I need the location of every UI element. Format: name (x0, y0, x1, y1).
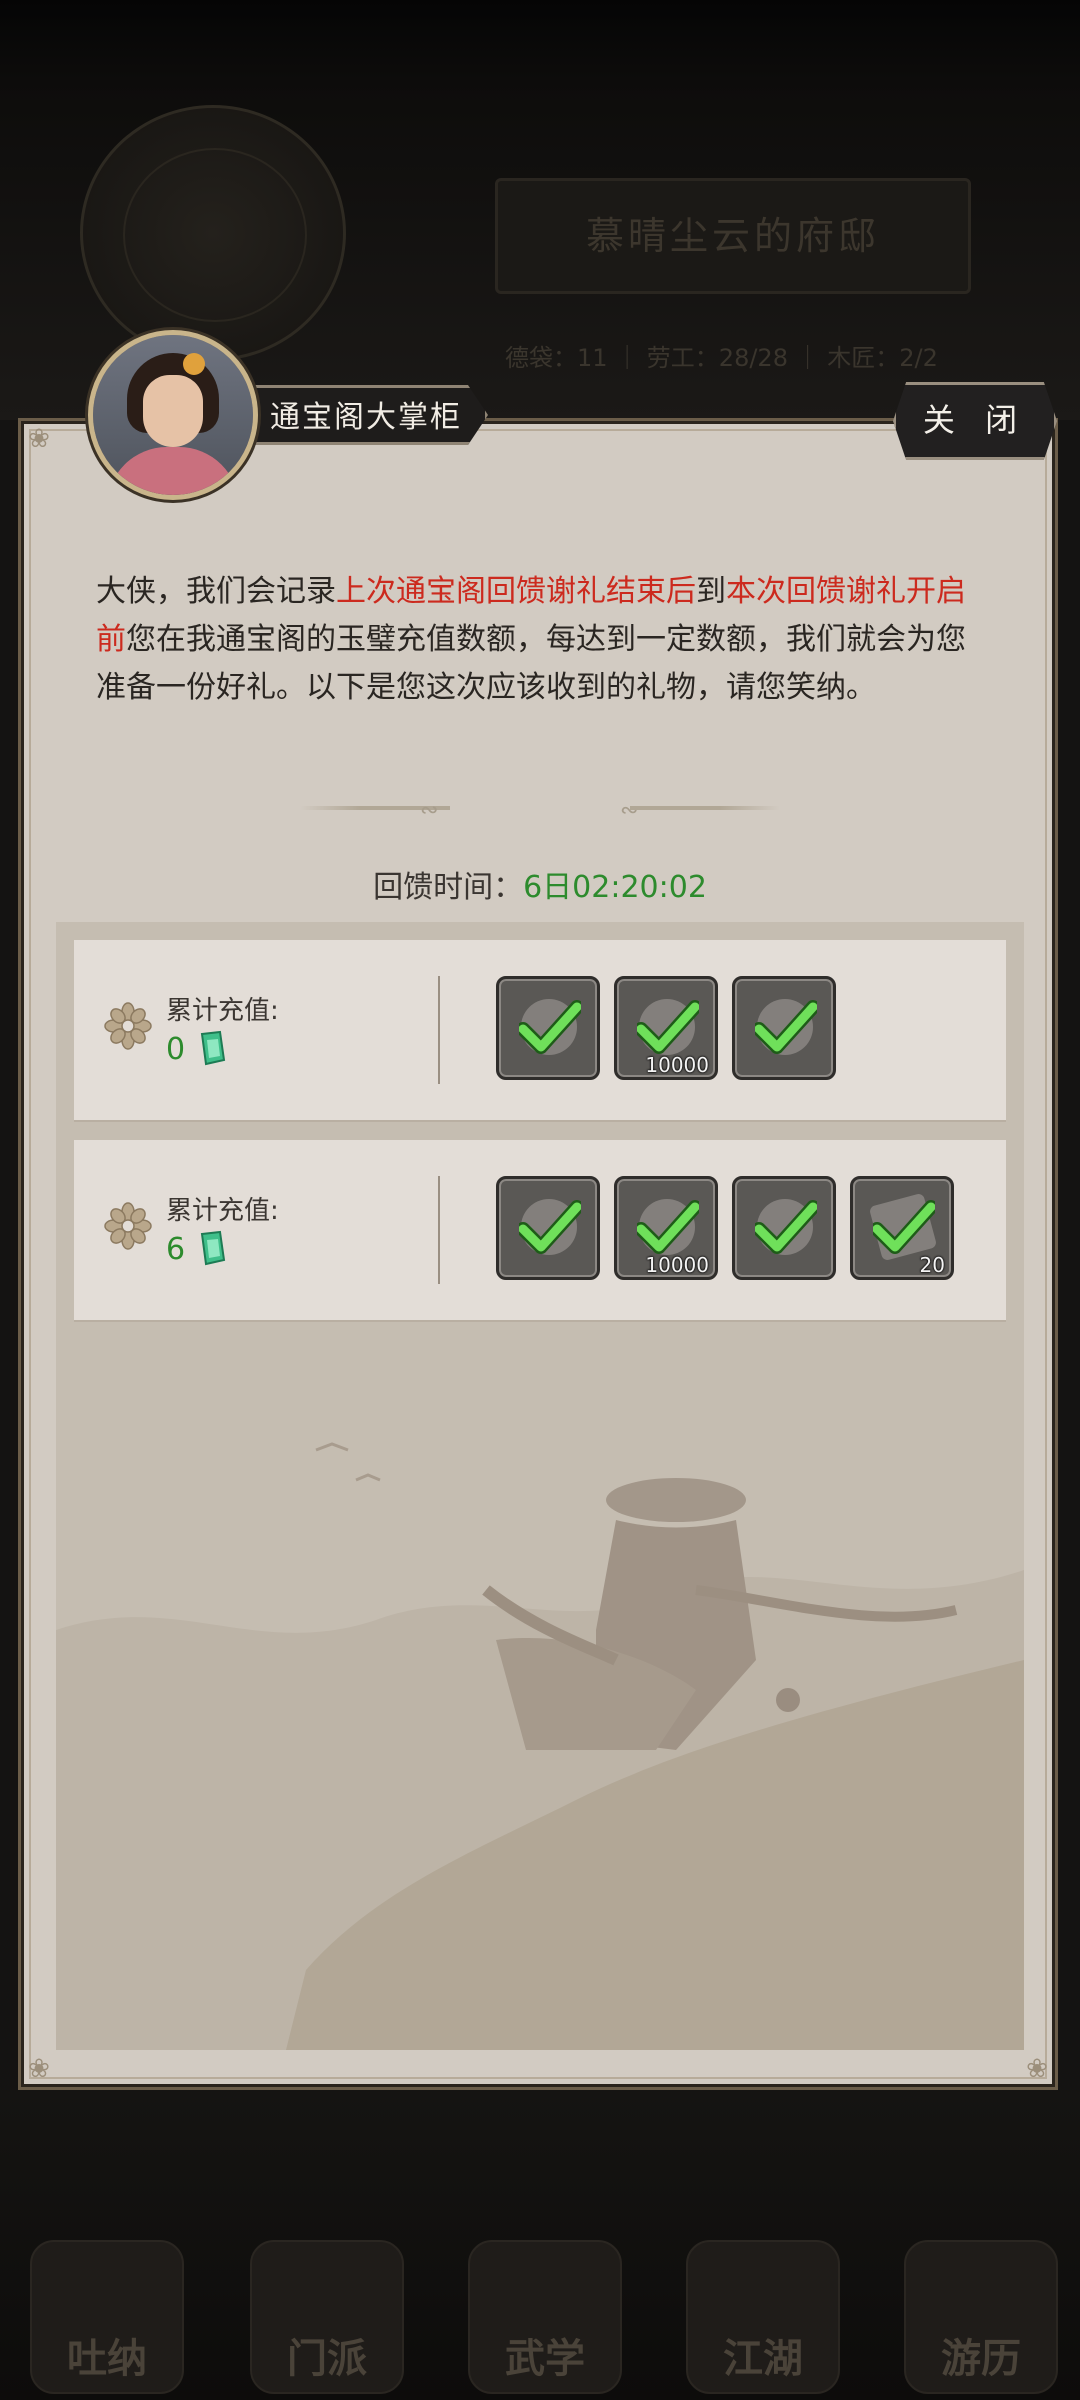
corner-ornament-icon: ❀ (1026, 2054, 1048, 2084)
reward-slot[interactable]: 10000 (614, 1176, 718, 1280)
reward-slot[interactable]: 10000 (614, 976, 718, 1080)
cumulative-amount: 0 (166, 1032, 186, 1067)
sect-emblem (80, 105, 346, 361)
cumulative-label: 累计充值: (166, 1196, 279, 1226)
divider-right (630, 806, 780, 810)
mansion-title: 慕晴尘云的府邸 (495, 178, 971, 294)
nav-menpai[interactable]: 门派 (250, 2240, 404, 2394)
check-icon (755, 1000, 817, 1054)
cumulative-amount: 6 (166, 1232, 186, 1267)
reward-slot[interactable] (496, 976, 600, 1080)
divider-ornament-icon: ∾ (620, 798, 639, 823)
npc-name-plate: 通宝阁大掌柜 (238, 385, 488, 445)
close-button[interactable]: 关 闭 (893, 382, 1057, 460)
mansion-stats: 德袋：11 ｜ 劳工：28/28 ｜ 木匠：2/2 (505, 344, 938, 372)
reward-slot[interactable] (496, 1176, 600, 1280)
check-icon (637, 1200, 699, 1254)
lotus-icon (104, 1002, 152, 1050)
nav-jianghu[interactable]: 江湖 (686, 2240, 840, 2394)
check-icon (519, 1200, 581, 1254)
corner-ornament-icon: ❀ (28, 2054, 50, 2084)
check-icon (519, 1000, 581, 1054)
reward-tier-2: 累计充值: 6 10000 20 (74, 1140, 1006, 1320)
jade-icon (200, 1030, 226, 1066)
lotus-icon (104, 1202, 152, 1250)
intro-text: 大侠，我们会记录上次通宝阁回馈谢礼结束后到本次回馈谢礼开启前您在我通宝阁的玉璧充… (96, 574, 966, 705)
shopkeeper-avatar (88, 330, 258, 500)
jade-icon (200, 1230, 226, 1266)
nav-youli[interactable]: 游历 (904, 2240, 1058, 2394)
cumulative-label: 累计充值: (166, 996, 279, 1026)
corner-ornament-icon: ❀ (28, 424, 50, 454)
check-icon (873, 1200, 935, 1254)
nav-wuxue[interactable]: 武学 (468, 2240, 622, 2394)
reward-tier-1: 累计充值: 0 10000 (74, 940, 1006, 1120)
ink-scenery-image (56, 1442, 1024, 2050)
timer-value: 6日02:20:02 (523, 870, 707, 905)
divider-ornament-icon: ∾ (420, 798, 439, 823)
reward-slot[interactable] (732, 1176, 836, 1280)
reward-slot[interactable] (732, 976, 836, 1080)
nav-tuna[interactable]: 吐纳 (30, 2240, 184, 2394)
check-icon (755, 1200, 817, 1254)
check-icon (637, 1000, 699, 1054)
feedback-timer: 回馈时间：6日02:20:02 (373, 870, 707, 905)
reward-slot[interactable]: 20 (850, 1176, 954, 1280)
